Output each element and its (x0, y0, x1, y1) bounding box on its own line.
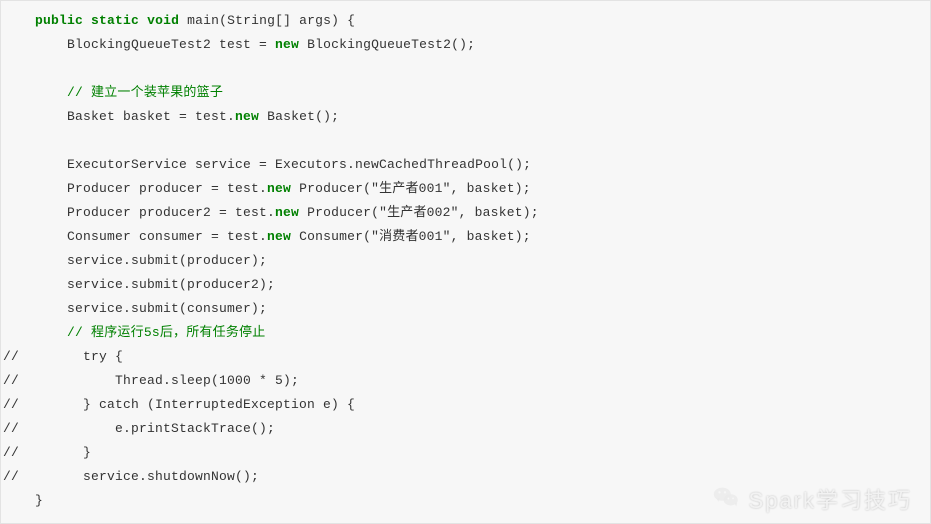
code-line: // } (3, 441, 928, 465)
wechat-icon (711, 482, 741, 515)
code-line: Producer producer2 = test.new Producer("… (3, 201, 928, 225)
code-line: // } catch (InterruptedException e) { (3, 393, 928, 417)
code-line: // try { (3, 345, 928, 369)
code-line: Consumer consumer = test.new Consumer("消… (3, 225, 928, 249)
code-block: public static void main(String[] args) {… (1, 1, 930, 524)
code-line: service.submit(producer); (3, 249, 928, 273)
code-line: Producer producer = test.new Producer("生… (3, 177, 928, 201)
code-line: // 建立一个装苹果的篮子 (3, 81, 928, 105)
code-line: // 程序运行5s后，所有任务停止 (3, 321, 928, 345)
code-line: // Thread.sleep(1000 * 5); (3, 369, 928, 393)
code-line: service.submit(producer2); (3, 273, 928, 297)
code-line: BlockingQueueTest2 test = new BlockingQu… (3, 33, 928, 57)
code-line (3, 129, 928, 153)
code-line: Basket basket = test.new Basket(); (3, 105, 928, 129)
watermark: Spark学习技巧 (711, 482, 912, 515)
code-line: // e.printStackTrace(); (3, 417, 928, 441)
code-line (3, 57, 928, 81)
watermark-text: Spark学习技巧 (749, 483, 912, 515)
code-line: public static void main(String[] args) { (3, 9, 928, 33)
code-line: ExecutorService service = Executors.newC… (3, 153, 928, 177)
code-line: service.submit(consumer); (3, 297, 928, 321)
